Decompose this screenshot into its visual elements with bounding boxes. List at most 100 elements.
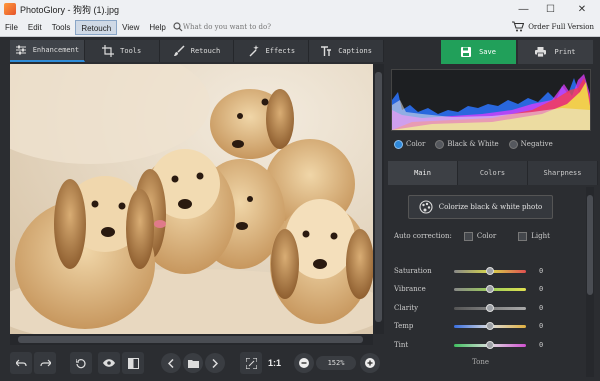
zoom-in-button[interactable] [360, 353, 380, 373]
radio-unselected [435, 139, 445, 149]
temp-track[interactable] [454, 321, 526, 330]
menu-tools[interactable]: Tools [47, 20, 76, 35]
preview-button[interactable] [98, 352, 120, 374]
slider-value: 0 [539, 267, 544, 275]
tab-retouch-label: Retouch [190, 47, 221, 55]
tab-effects[interactable]: Effects [234, 40, 310, 62]
tab-captions[interactable]: Captions [309, 40, 384, 62]
auto-light-checkbox[interactable] [518, 231, 528, 241]
colorize-button[interactable]: Colorize black & white photo [408, 195, 553, 219]
scrollbar-thumb[interactable] [587, 195, 593, 295]
search-box [173, 22, 293, 32]
tab-captions-label: Captions [338, 47, 372, 55]
tab-enhancement[interactable]: Enhancement [10, 40, 85, 62]
fit-to-window-button[interactable] [240, 352, 262, 374]
colorize-label: Colorize black & white photo [438, 203, 543, 211]
tab-main[interactable]: Main [388, 161, 458, 185]
vibrance-track[interactable] [454, 284, 526, 293]
adjustments-panel: Save Print Color Black & White Negative … [386, 37, 600, 381]
search-input[interactable] [182, 23, 293, 31]
panel-scrollbar[interactable] [586, 187, 594, 377]
tab-tools[interactable]: Tools [84, 40, 160, 62]
slider-knob[interactable] [486, 266, 494, 275]
maximize-button[interactable]: ☐ [537, 0, 564, 18]
print-label: Print [554, 48, 576, 56]
slider-knob[interactable] [486, 303, 494, 312]
slider-knob[interactable] [486, 321, 494, 330]
slider-value: 0 [539, 304, 544, 312]
photo-image [10, 64, 373, 334]
color-mode-negative-label: Negative [520, 140, 553, 148]
auto-light-label: Light [531, 232, 550, 240]
redo-button[interactable] [34, 352, 56, 374]
menu-view[interactable]: View [117, 20, 144, 35]
palette-icon [419, 200, 433, 214]
auto-color-checkbox[interactable] [463, 231, 473, 241]
tab-effects-label: Effects [265, 47, 296, 55]
saturation-track[interactable] [454, 266, 526, 275]
actual-size-button[interactable]: 1:1 [268, 358, 281, 368]
next-photo-button[interactable] [205, 353, 225, 373]
open-folder-button[interactable] [183, 353, 203, 373]
crop-icon [102, 45, 115, 57]
histogram [391, 69, 591, 131]
chevron-right-icon [212, 358, 218, 368]
menu-retouch[interactable]: Retouch [75, 19, 118, 35]
compare-button[interactable] [122, 352, 144, 374]
bottom-toolbar: 1:1 152% [0, 347, 384, 381]
scrollbar-thumb[interactable] [375, 72, 382, 322]
tab-colors[interactable]: Colors [458, 161, 528, 185]
text-icon [321, 46, 332, 56]
scrollbar-thumb[interactable] [18, 336, 363, 343]
zoom-level: 152% [316, 356, 356, 370]
window-controls: — ☐ ✕ [510, 0, 600, 18]
redo-icon [39, 359, 51, 366]
color-mode-black-white[interactable]: Black & White [435, 139, 499, 149]
minus-icon [299, 358, 309, 368]
auto-correction-label: Auto correction: [394, 232, 452, 240]
slider-knob[interactable] [486, 340, 494, 349]
close-button[interactable]: ✕ [564, 0, 600, 18]
color-mode-color[interactable]: Color [394, 139, 425, 149]
auto-correction-row: Auto correction: Color Light [394, 230, 584, 242]
tab-tools-label: Tools [120, 47, 142, 55]
previous-photo-button[interactable] [161, 353, 181, 373]
clarity-track[interactable] [454, 303, 526, 312]
canvas-horizontal-scrollbar[interactable] [10, 334, 373, 345]
order-full-version-link[interactable]: Order Full Version [512, 21, 594, 32]
tint-track[interactable] [454, 340, 526, 349]
zoom-out-button[interactable] [294, 353, 314, 373]
photo-canvas[interactable] [10, 64, 373, 334]
reset-button[interactable] [70, 352, 92, 374]
print-button[interactable]: Print [518, 40, 593, 64]
tab-sharpness[interactable]: Sharpness [528, 161, 598, 185]
app-logo-icon [4, 3, 16, 15]
tab-retouch[interactable]: Retouch [159, 40, 235, 62]
slider-temp: Temp 0 [394, 320, 574, 332]
tone-section-label: Tone [472, 358, 489, 366]
menu-edit[interactable]: Edit [23, 20, 47, 35]
slider-saturation: Saturation 0 [394, 265, 574, 277]
color-mode-black-white-label: Black & White [447, 140, 499, 148]
brush-icon [173, 45, 185, 56]
chevron-left-icon [168, 358, 174, 368]
panel-tabs: Main Colors Sharpness [388, 161, 598, 185]
slider-vibrance: Vibrance 0 [394, 283, 574, 295]
menu-bar: File Edit Tools Retouch View Help Order … [0, 18, 600, 37]
cart-icon [512, 21, 525, 32]
minimize-button[interactable]: — [510, 0, 537, 18]
fit-screen-icon [245, 357, 257, 369]
title-bar: PhotoGlory - 狗狗 (1).jpg — ☐ ✕ [0, 0, 600, 18]
magic-wand-icon [249, 45, 259, 57]
color-mode-group: Color Black & White Negative [394, 137, 594, 151]
slider-label: Temp [394, 322, 414, 330]
radio-selected [394, 139, 403, 149]
menu-file[interactable]: File [0, 20, 23, 35]
save-button[interactable]: Save [441, 40, 516, 64]
undo-button[interactable] [10, 352, 32, 374]
color-mode-negative[interactable]: Negative [508, 139, 553, 149]
slider-knob[interactable] [486, 284, 494, 293]
menu-help[interactable]: Help [144, 20, 170, 35]
canvas-vertical-scrollbar[interactable] [373, 64, 384, 334]
sliders-icon [15, 45, 26, 55]
